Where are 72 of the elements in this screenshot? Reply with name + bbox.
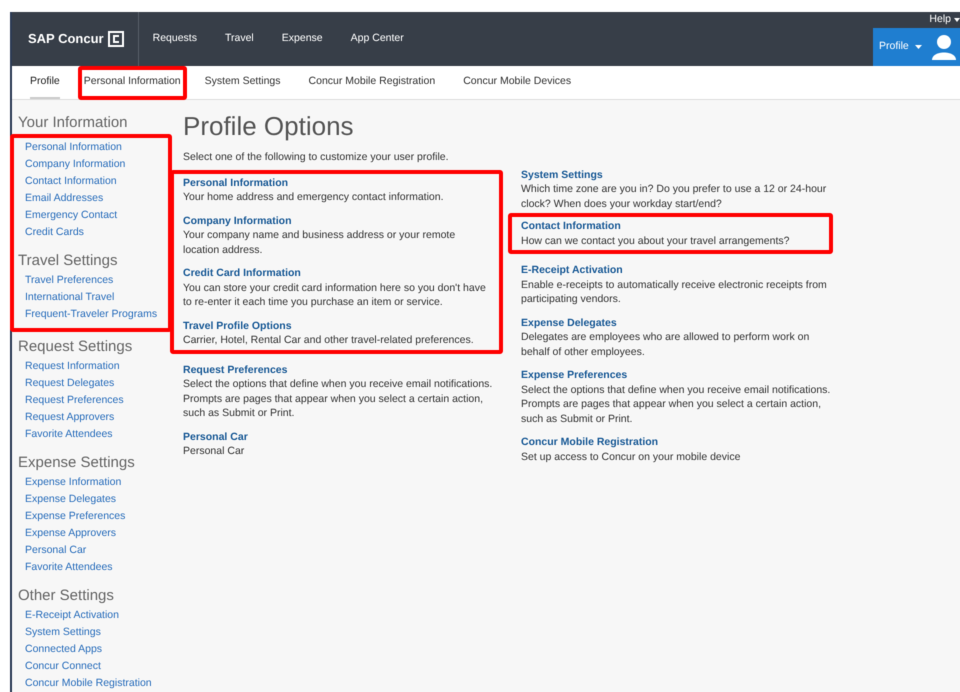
sidebar-link[interactable]: Travel Preferences bbox=[18, 272, 168, 289]
sidebar-link[interactable]: Expense Delegates bbox=[18, 491, 175, 508]
sidebar-link[interactable]: Emergency Contact bbox=[18, 207, 168, 224]
option-description: Personal Car bbox=[183, 444, 246, 459]
caret-icon bbox=[954, 18, 960, 22]
option-link[interactable]: Personal Information bbox=[183, 176, 493, 190]
tab[interactable]: Concur Mobile Devices bbox=[463, 66, 572, 100]
option-description: Select the options that define when you receive email notifications. Prompts are pages that appear when you select a certain action, such as Submit or Print. bbox=[521, 382, 832, 426]
sidebar-link[interactable]: Concur Mobile Registration bbox=[18, 675, 175, 692]
option-description: Enable e-receipts to automatically receive electronic receipts from participating vendors. bbox=[521, 278, 828, 307]
option-description: Select the options that define when you receive email notifications. Prompts are pages that appear when you select a certain action, such as Submit or Print. bbox=[183, 377, 494, 421]
tab[interactable]: Profile bbox=[30, 66, 60, 100]
option-description: Carrier, Hotel, Rental Car and other travel-related preferences. bbox=[183, 333, 475, 348]
sidebar-link[interactable]: Expense Preferences bbox=[18, 508, 175, 525]
avatar-icon bbox=[932, 34, 956, 60]
sidebar-heading: Travel Settings bbox=[18, 251, 118, 271]
tab[interactable]: Personal Information bbox=[84, 66, 181, 100]
nav-link[interactable]: Travel bbox=[224, 31, 254, 47]
option-description: Which time zone are you in? Do you prefer to use a 12 or 24-hour clock? When does your workday start/end? bbox=[521, 182, 828, 212]
sidebar-link[interactable]: International Travel bbox=[18, 289, 168, 306]
logo: SAP Concur bbox=[28, 30, 104, 48]
sidebar-link[interactable]: Request Delegates bbox=[18, 375, 175, 392]
profile-button[interactable]: Profile bbox=[873, 28, 960, 66]
option-link[interactable]: Travel Profile Options bbox=[183, 318, 493, 334]
sidebar-link[interactable]: Favorite Attendees bbox=[18, 559, 175, 576]
option-link[interactable]: Request Preferences bbox=[183, 362, 503, 378]
sidebar-link[interactable]: Credit Cards bbox=[18, 224, 168, 241]
option-description: Delegates are employees who are allowed to perform work on behalf of other employees. bbox=[521, 330, 810, 360]
option-link[interactable]: System Settings bbox=[521, 168, 833, 182]
sidebar-link[interactable]: Company Information bbox=[18, 156, 168, 173]
sidebar-heading: Expense Settings bbox=[18, 453, 136, 473]
option-link[interactable]: Expense Preferences bbox=[521, 368, 833, 383]
sidebar-link[interactable]: E-Receipt Activation bbox=[18, 607, 175, 624]
sidebar-link[interactable]: System Settings bbox=[18, 624, 175, 641]
nav-link[interactable]: Requests bbox=[152, 31, 197, 47]
option-link[interactable]: Company Information bbox=[183, 214, 493, 228]
sidebar-link[interactable]: Email Addresses bbox=[18, 190, 168, 207]
option-description: Your home address and emergency contact information. bbox=[183, 190, 445, 205]
help-menu[interactable]: Help bbox=[929, 12, 960, 28]
option-link[interactable]: Concur Mobile Registration bbox=[521, 435, 833, 450]
sidebar-heading: Your Information bbox=[18, 113, 129, 133]
sidebar-heading: Request Settings bbox=[18, 337, 134, 357]
option-description: How can we contact you about your travel arrangements? bbox=[521, 234, 790, 248]
logo-icon bbox=[108, 31, 124, 47]
sidebar-link[interactable]: Concur Connect bbox=[18, 658, 175, 675]
sidebar-link[interactable]: Contact Information bbox=[18, 173, 168, 190]
option-link[interactable]: Contact Information bbox=[521, 219, 823, 234]
option-link[interactable]: E-Receipt Activation bbox=[521, 263, 833, 278]
option-description: Your company name and business address or your remote location address. bbox=[183, 228, 456, 258]
option-link[interactable]: Personal Car bbox=[183, 430, 503, 444]
nav-link[interactable]: Expense bbox=[282, 31, 323, 47]
option-description: Set up access to Concur on your mobile device bbox=[521, 450, 742, 464]
sidebar-link[interactable]: Frequent-Traveler Programs bbox=[18, 306, 168, 323]
sidebar-link[interactable]: Request Information bbox=[18, 358, 175, 375]
tab[interactable]: Concur Mobile Registration bbox=[308, 66, 436, 100]
sidebar-link[interactable]: Request Preferences bbox=[18, 392, 175, 409]
tab[interactable]: System Settings bbox=[204, 66, 281, 100]
sidebar-link[interactable]: Personal Information bbox=[18, 139, 168, 156]
sidebar-heading: Other Settings bbox=[18, 586, 115, 606]
sidebar-link[interactable]: Expense Information bbox=[18, 474, 175, 491]
sidebar-link[interactable]: Favorite Attendees bbox=[18, 426, 175, 443]
option-description: You can store your credit card information here so you don't have to re-enter it each time you purchase an item or service. bbox=[183, 280, 487, 310]
option-link[interactable]: Expense Delegates bbox=[521, 316, 833, 330]
sidebar-link[interactable]: Personal Car bbox=[18, 542, 175, 559]
sidebar-link[interactable]: Connected Apps bbox=[18, 641, 175, 658]
caret-icon bbox=[914, 45, 922, 49]
option-link[interactable]: Credit Card Information bbox=[183, 266, 493, 281]
sidebar-link[interactable]: Expense Approvers bbox=[18, 525, 175, 542]
nav-link[interactable]: App Center bbox=[350, 31, 404, 47]
sidebar-link[interactable]: Request Approvers bbox=[18, 409, 175, 426]
intro-text: Select one of the following to customize your user profile. bbox=[183, 150, 450, 165]
page-title: Profile Options bbox=[183, 110, 355, 142]
